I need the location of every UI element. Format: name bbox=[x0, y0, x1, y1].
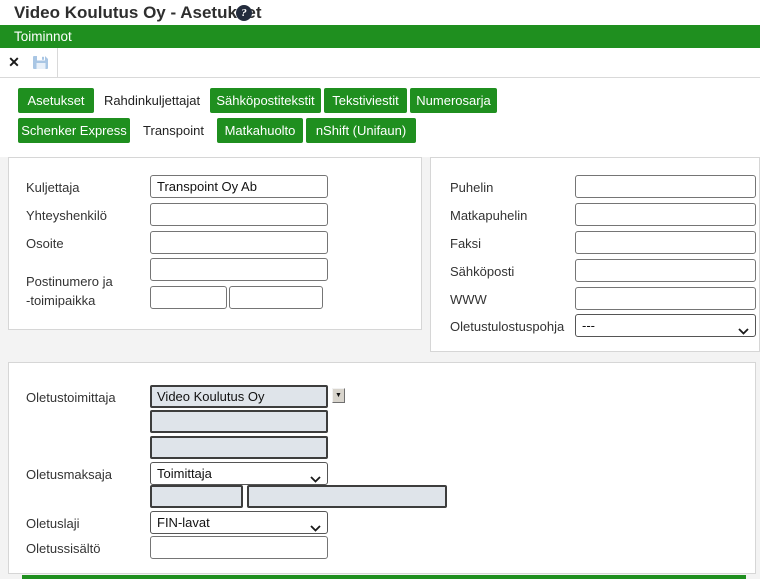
sahkoposti-input[interactable] bbox=[575, 259, 756, 282]
puhelin-label: Puhelin bbox=[450, 180, 493, 195]
oletustoimittaja-value: Video Koulutus Oy bbox=[157, 389, 264, 404]
oletusmaksaja-label: Oletusmaksaja bbox=[26, 467, 112, 482]
faksi-input[interactable] bbox=[575, 231, 756, 254]
combo-arrow-icon[interactable]: ▼ bbox=[332, 388, 345, 403]
oletustulostuspohja-label: Oletustulostuspohja bbox=[450, 319, 564, 334]
oletuslaji-select[interactable]: FIN-lavat bbox=[150, 511, 328, 534]
tab-tekstiviestit[interactable]: Tekstiviestit bbox=[324, 88, 407, 113]
tab-sahkopostitekstit[interactable]: Sähköpostitekstit bbox=[210, 88, 321, 113]
yhteyshenkilo-label: Yhteyshenkilö bbox=[26, 208, 107, 223]
tab-schenker-express[interactable]: Schenker Express bbox=[18, 118, 130, 143]
oletuslaji-label: Oletuslaji bbox=[26, 516, 79, 531]
oletustoimittaja-combo[interactable]: Video Koulutus Oy bbox=[150, 385, 328, 408]
oletusmaksaja-code-field bbox=[150, 485, 243, 508]
defaults-panel bbox=[8, 362, 756, 574]
app-window: Video Koulutus Oy - Asetukset ? Toiminno… bbox=[0, 0, 760, 579]
oletustoimittaja-extra1-field bbox=[150, 410, 328, 433]
www-input[interactable] bbox=[575, 287, 756, 310]
chevron-down-icon bbox=[310, 520, 321, 535]
yhteyshenkilo-input[interactable] bbox=[150, 203, 328, 226]
osoite-label: Osoite bbox=[26, 236, 64, 251]
postinumero-label-line2: -toimipaikka bbox=[26, 293, 95, 308]
toolbar: ✕ bbox=[0, 48, 760, 78]
tab-asetukset[interactable]: Asetukset bbox=[18, 88, 94, 113]
osoite-input[interactable] bbox=[150, 231, 328, 254]
oletussisalto-input[interactable] bbox=[150, 536, 328, 559]
osoite2-input[interactable] bbox=[150, 258, 328, 281]
cutoff-section-bar bbox=[22, 575, 746, 579]
oletustulostuspohja-value: --- bbox=[582, 318, 595, 333]
oletussisalto-label: Oletussisältö bbox=[26, 541, 100, 556]
save-icon[interactable] bbox=[32, 53, 50, 71]
close-icon[interactable]: ✕ bbox=[5, 53, 23, 71]
matkapuhelin-input[interactable] bbox=[575, 203, 756, 226]
kuljettaja-label: Kuljettaja bbox=[26, 180, 79, 195]
chevron-down-icon bbox=[310, 471, 321, 486]
postinumero-label-line1: Postinumero ja bbox=[26, 274, 113, 289]
page-title: Video Koulutus Oy - Asetukset bbox=[14, 3, 262, 23]
toolbar-divider bbox=[57, 48, 58, 77]
faksi-label: Faksi bbox=[450, 236, 481, 251]
tab-nshift-unifaun[interactable]: nShift (Unifaun) bbox=[306, 118, 416, 143]
menu-toiminnot[interactable]: Toiminnot bbox=[14, 25, 72, 48]
chevron-down-icon bbox=[738, 323, 749, 338]
tab-matkahuolto[interactable]: Matkahuolto bbox=[217, 118, 303, 143]
toimipaikka-input[interactable] bbox=[229, 286, 323, 309]
tab-rahdinkuljettajat[interactable]: Rahdinkuljettajat bbox=[97, 88, 207, 113]
oletuslaji-value: FIN-lavat bbox=[157, 515, 210, 530]
menubar: Toiminnot bbox=[0, 25, 760, 48]
kuljettaja-input[interactable] bbox=[150, 175, 328, 198]
oletustulostuspohja-select[interactable]: --- bbox=[575, 314, 756, 337]
www-label: WWW bbox=[450, 292, 487, 307]
postinumero-input[interactable] bbox=[150, 286, 227, 309]
header-area: Video Koulutus Oy - Asetukset ? Toiminno… bbox=[0, 0, 760, 157]
oletustoimittaja-extra2-field bbox=[150, 436, 328, 459]
tab-numerosarja[interactable]: Numerosarja bbox=[410, 88, 497, 113]
matkapuhelin-label: Matkapuhelin bbox=[450, 208, 527, 223]
help-icon[interactable]: ? bbox=[236, 5, 252, 21]
oletusmaksaja-value: Toimittaja bbox=[157, 466, 212, 481]
oletusmaksaja-select[interactable]: Toimittaja bbox=[150, 462, 328, 485]
tab-transpoint[interactable]: Transpoint bbox=[133, 118, 214, 143]
oletustoimittaja-label: Oletustoimittaja bbox=[26, 390, 116, 405]
sahkoposti-label: Sähköposti bbox=[450, 264, 514, 279]
puhelin-input[interactable] bbox=[575, 175, 756, 198]
oletusmaksaja-name-field bbox=[247, 485, 447, 508]
